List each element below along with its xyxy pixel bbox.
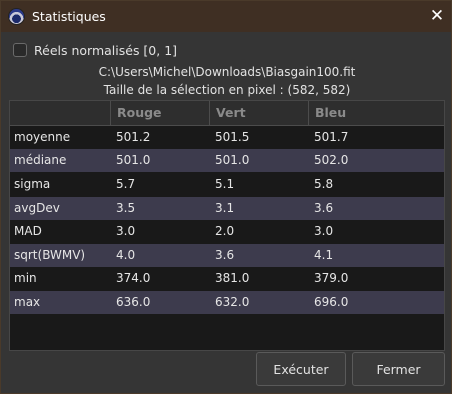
blue-value: 3.0	[314, 224, 334, 238]
column-header-red[interactable]: Rouge	[110, 101, 209, 125]
table-row[interactable]: min 374.0 381.0 379.0	[10, 267, 444, 290]
table-row[interactable]: MAD 3.0 2.0 3.0	[10, 220, 444, 243]
green-value: 5.1	[215, 177, 235, 191]
normalized-checkbox-row[interactable]: Réels normalisés [0, 1]	[13, 41, 177, 59]
green-value: 2.0	[215, 224, 235, 238]
blue-value: 5.8	[314, 177, 334, 191]
close-icon[interactable]: ✕	[425, 5, 449, 27]
app-icon	[9, 9, 24, 24]
table-row[interactable]: max 636.0 632.0 696.0	[10, 291, 444, 314]
statistics-dialog: Statistiques ✕ Réels normalisés [0, 1] C…	[0, 0, 452, 394]
blue-value: 379.0	[314, 271, 349, 285]
green-value: 3.1	[215, 201, 235, 215]
column-header-blue[interactable]: Bleu	[308, 101, 444, 125]
row-label: sigma	[14, 177, 51, 191]
statistics-table: Rouge Vert Bleu moyenne 501.2 501.5 501.…	[9, 100, 445, 351]
green-value: 381.0	[215, 271, 250, 285]
row-label: médiane	[14, 153, 67, 167]
table-header: Rouge Vert Bleu	[10, 101, 444, 126]
file-path: C:\Users\Michel\Downloads\Biasgain100.fi…	[98, 65, 356, 79]
red-value: 501.2	[116, 130, 151, 144]
row-label: min	[14, 271, 37, 285]
close-button[interactable]: Fermer	[352, 352, 445, 386]
row-label: avgDev	[14, 201, 60, 215]
blue-value: 3.6	[314, 201, 334, 215]
table-row[interactable]: sqrt(BWMV) 4.0 3.6 4.1	[10, 244, 444, 267]
blue-value: 501.7	[314, 130, 349, 144]
red-value: 4.0	[116, 248, 136, 262]
row-label: MAD	[14, 224, 42, 238]
green-value: 501.5	[215, 130, 250, 144]
row-label: moyenne	[14, 130, 71, 144]
table-row[interactable]: sigma 5.7 5.1 5.8	[10, 173, 444, 196]
row-label: max	[14, 295, 41, 309]
table-row[interactable]: avgDev 3.5 3.1 3.6	[10, 197, 444, 220]
red-value: 3.0	[116, 224, 136, 238]
blue-value: 4.1	[314, 248, 334, 262]
table-row[interactable]: moyenne 501.2 501.5 501.7	[10, 126, 444, 149]
green-value: 632.0	[215, 295, 250, 309]
red-value: 5.7	[116, 177, 136, 191]
red-value: 3.5	[116, 201, 136, 215]
red-value: 636.0	[116, 295, 151, 309]
normalized-checkbox[interactable]	[13, 43, 27, 57]
selection-size: Taille de la sélection en pixel : (582, …	[103, 83, 351, 97]
blue-value: 696.0	[314, 295, 349, 309]
column-header-label[interactable]	[10, 101, 110, 125]
green-value: 501.0	[215, 153, 250, 167]
window-title: Statistiques	[32, 9, 106, 24]
red-value: 374.0	[116, 271, 151, 285]
execute-button[interactable]: Exécuter	[256, 352, 346, 386]
table-row[interactable]: médiane 501.0 501.0 502.0	[10, 149, 444, 172]
red-value: 501.0	[116, 153, 151, 167]
green-value: 3.6	[215, 248, 235, 262]
normalized-checkbox-label[interactable]: Réels normalisés [0, 1]	[34, 43, 177, 58]
blue-value: 502.0	[314, 153, 349, 167]
title-bar[interactable]: Statistiques ✕	[1, 1, 451, 32]
row-label: sqrt(BWMV)	[14, 248, 86, 262]
column-header-green[interactable]: Vert	[209, 101, 308, 125]
